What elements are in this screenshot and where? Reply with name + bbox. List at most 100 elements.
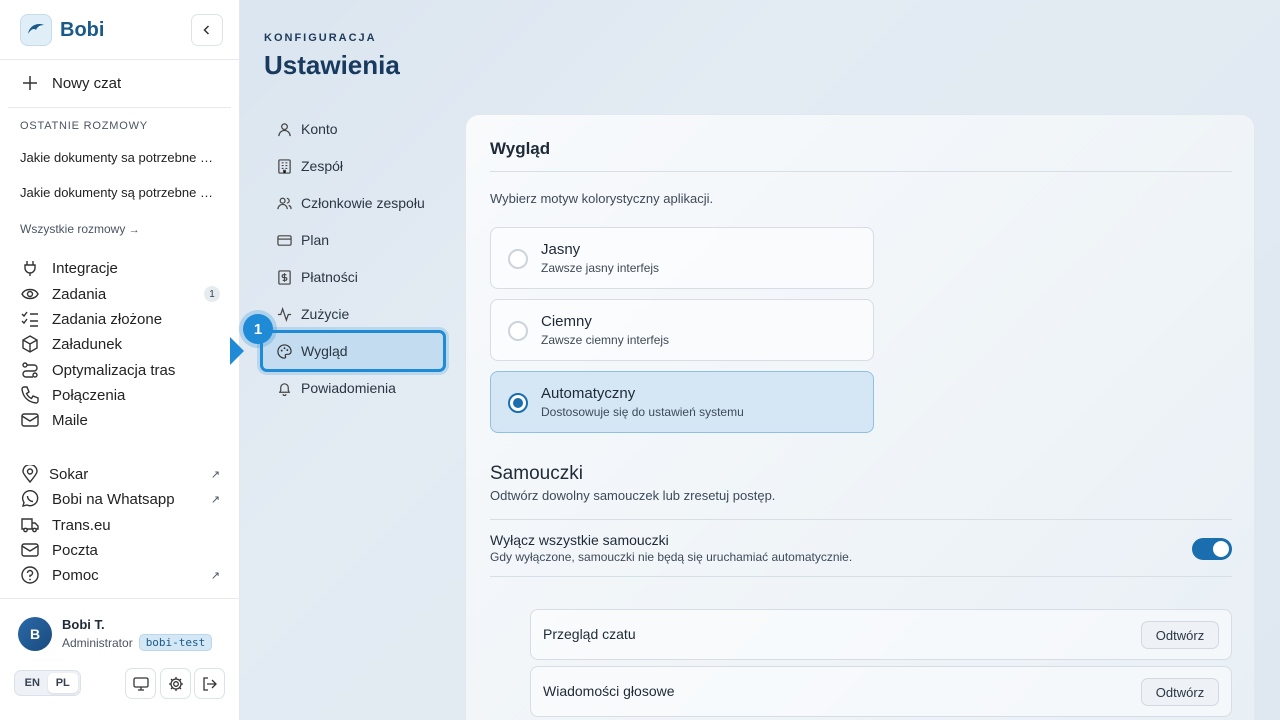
route-icon <box>20 360 40 380</box>
settings-nav-label: Zużycie <box>301 306 350 322</box>
settings-nav-zuzycie[interactable]: Zużycie <box>260 293 446 335</box>
settings-nav-wyglad[interactable]: Wygląd <box>260 330 446 372</box>
settings-nav-label: Płatności <box>301 269 358 285</box>
tour-step-badge: 1 <box>243 314 273 344</box>
help-circle-icon <box>20 565 40 585</box>
settings-nav-platnosci[interactable]: Płatności <box>260 256 446 298</box>
monitor-icon <box>132 676 149 692</box>
logout-icon <box>202 676 218 692</box>
sidebar-item-integracje[interactable]: Integracje <box>20 257 220 279</box>
settings-nav-label: Powiadomienia <box>301 380 396 396</box>
sidebar-item-label: Integracje <box>52 259 118 277</box>
replay-tutorial-button[interactable]: Odtwórz <box>1141 621 1219 649</box>
sidebar-item-zadania[interactable]: Zadania 1 <box>20 283 220 305</box>
new-chat-button[interactable]: Nowy czat <box>20 72 121 94</box>
theme-option-subtitle: Dostosowuje się do ustawień systemu <box>541 405 744 419</box>
external-link-icon: ↗ <box>210 468 220 481</box>
collapse-sidebar-button[interactable] <box>191 14 223 46</box>
settings-nav-label: Zespół <box>301 158 344 174</box>
user-name: Bobi T. <box>62 617 105 632</box>
sidebar-item-sokar[interactable]: Sokar ↗ <box>20 463 220 485</box>
sidebar-item-pomoc[interactable]: Pomoc ↗ <box>20 564 220 586</box>
brand-name: Bobi <box>60 18 105 41</box>
divider <box>0 59 239 60</box>
palette-icon <box>275 342 293 360</box>
theme-option-subtitle: Zawsze ciemny interfejs <box>541 333 670 347</box>
display-button[interactable] <box>125 668 156 699</box>
plus-icon <box>20 73 40 93</box>
page-title: Ustawienia <box>264 50 400 80</box>
lang-option-pl[interactable]: PL <box>47 673 78 693</box>
divider <box>490 171 1232 172</box>
language-switch: EN PL <box>14 670 81 696</box>
sidebar-item-label: Bobi na Whatsapp <box>52 490 175 508</box>
disable-tutorials-toggle[interactable] <box>1192 538 1232 560</box>
package-icon <box>20 334 40 354</box>
whatsapp-icon <box>20 489 40 509</box>
sidebar-item-optymalizacja-tras[interactable]: Optymalizacja tras <box>20 359 220 381</box>
theme-option-title: Automatyczny <box>541 385 636 402</box>
sidebar-item-poczta[interactable]: Poczta <box>20 539 220 561</box>
list-check-icon <box>20 309 40 329</box>
sidebar-item-zaladunek[interactable]: Załadunek <box>20 333 220 355</box>
settings-nav-label: Plan <box>301 232 330 248</box>
divider <box>490 576 1232 577</box>
settings-nav-czlonkowie[interactable]: Członkowie zespołu <box>260 182 446 224</box>
recent-chats-heading: OSTATNIE ROZMOWY <box>20 120 148 132</box>
plug-icon <box>20 258 40 278</box>
settings-button[interactable] <box>160 668 191 699</box>
radio-button-selected[interactable] <box>508 393 528 413</box>
gear-icon <box>168 676 184 692</box>
sidebar-item-polaczenia[interactable]: Połączenia <box>20 384 220 406</box>
radio-button[interactable] <box>508 249 528 269</box>
sidebar-item-label: Trans.eu <box>52 516 111 534</box>
users-icon <box>275 194 293 212</box>
sidebar-item-trans-eu[interactable]: Trans.eu <box>20 514 220 536</box>
user-card[interactable]: B Bobi T. Administrator bobi-test <box>18 617 213 651</box>
theme-option-light[interactable]: Jasny Zawsze jasny interfejs <box>490 227 874 289</box>
eye-icon <box>20 284 40 304</box>
theme-option-subtitle: Zawsze jasny interfejs <box>541 261 660 275</box>
sidebar-item-label: Załadunek <box>52 335 123 353</box>
user-icon <box>275 120 293 138</box>
settings-nav-label: Członkowie zespołu <box>301 195 425 211</box>
settings-nav-plan[interactable]: Plan <box>260 219 446 261</box>
appearance-title: Wygląd <box>490 139 551 158</box>
settings-nav-label: Konto <box>301 121 338 137</box>
settings-nav-konto[interactable]: Konto <box>260 108 446 150</box>
replay-tutorial-button[interactable]: Odtwórz <box>1141 678 1219 706</box>
dolphin-logo-icon <box>20 14 52 46</box>
recent-chat-item[interactable]: Jakie dokumenty sa potrzebne do przewozu… <box>20 150 220 165</box>
sidebar-item-label: Poczta <box>52 541 98 559</box>
theme-option-auto[interactable]: Automatyczny Dostosowuje się do ustawień… <box>490 371 874 433</box>
disable-tutorials-title: Wyłącz wszystkie samouczki <box>490 532 669 548</box>
sidebar-item-label: Zadania złożone <box>52 310 163 328</box>
theme-option-dark[interactable]: Ciemny Zawsze ciemny interfejs <box>490 299 874 361</box>
theme-option-title: Jasny <box>541 241 581 258</box>
sidebar-item-bobi-whatsapp[interactable]: Bobi na Whatsapp ↗ <box>20 488 220 510</box>
divider <box>0 598 239 599</box>
settings-nav-powiadomienia[interactable]: Powiadomienia <box>260 367 446 409</box>
arrow-right-icon: → <box>128 224 140 236</box>
sidebar-item-label: Pomoc <box>52 566 99 584</box>
sidebar-item-maile[interactable]: Maile <box>20 409 220 431</box>
all-chats-link[interactable]: Wszystkie rozmowy → <box>20 222 140 236</box>
disable-tutorials-subtitle: Gdy wyłączone, samouczki nie będą się ur… <box>490 550 853 564</box>
brand[interactable]: Bobi <box>20 14 104 46</box>
external-link-icon: ↗ <box>210 569 220 582</box>
sidebar-item-label: Optymalizacja tras <box>52 361 176 379</box>
lang-option-en[interactable]: EN <box>17 673 48 693</box>
radio-button[interactable] <box>508 321 528 341</box>
sidebar-item-label: Maile <box>52 411 88 429</box>
tutorials-description: Odtwórz dowolny samouczek lub zresetuj p… <box>490 488 776 503</box>
tutorial-row: Wiadomości głosowe Odtwórz <box>530 666 1232 717</box>
credit-card-icon <box>275 231 293 249</box>
appearance-card: Wygląd Wybierz motyw kolorystyczny aplik… <box>465 114 1255 720</box>
appearance-description: Wybierz motyw kolorystyczny aplikacji. <box>490 191 714 206</box>
logout-button[interactable] <box>194 668 225 699</box>
sidebar-item-zadania-zlozone[interactable]: Zadania złożone <box>20 308 220 330</box>
sidebar: Bobi Nowy czat OSTATNIE ROZMOWY Jakie do… <box>0 0 240 720</box>
theme-option-title: Ciemny <box>541 313 592 330</box>
recent-chat-item[interactable]: Jakie dokumenty są potrzebne do przewozu… <box>20 185 220 200</box>
settings-nav-zespol[interactable]: Zespół <box>260 145 446 187</box>
